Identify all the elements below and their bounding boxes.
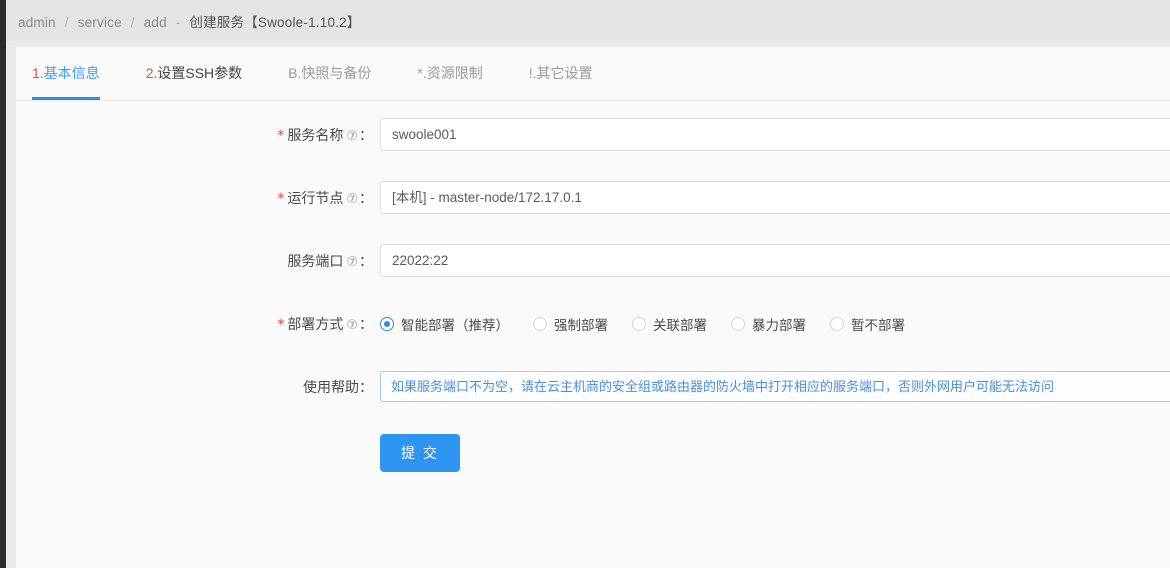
submit-button[interactable]: 提 交 <box>380 434 460 472</box>
label-usage-help: 使用帮助： <box>16 377 380 397</box>
help-icon[interactable]: ⑦ <box>346 128 358 144</box>
tab-label: 快照与备份 <box>301 65 372 81</box>
label-text: 运行节点 <box>287 189 344 206</box>
label-colon: ： <box>359 252 373 269</box>
form-row-service-name: * 服务名称 ⑦： <box>16 103 1170 166</box>
tab-number: B. <box>288 65 302 81</box>
radio-no-deploy[interactable]: 暂不部署 <box>830 314 905 334</box>
header-bar: admin / service / add - 创建服务【Swoole-1.10… <box>6 0 1170 41</box>
label-colon: ： <box>359 378 373 395</box>
tab-number: 1. <box>32 65 44 81</box>
label-text: 部署方式 <box>287 315 344 332</box>
form-row-deploy-mode: * 部署方式 ⑦： 智能部署（推荐） 强制部署 关联部署 暴力部署 暂不部署 <box>16 292 1170 355</box>
label-colon: ： <box>359 126 373 143</box>
form-row-usage-help: 使用帮助： 如果服务端口不为空，请在云主机商的安全组或路由器的防火墙中打开相应的… <box>16 355 1170 418</box>
tab-basic-info[interactable]: 1.基本信息 <box>32 57 100 100</box>
label-colon: ： <box>359 189 373 206</box>
app-window: admin / service / add - 创建服务【Swoole-1.10… <box>0 0 1170 568</box>
tab-other-settings[interactable]: !.其它设置 <box>529 57 593 100</box>
radio-dot-icon <box>533 316 547 331</box>
help-icon[interactable]: ⑦ <box>346 317 358 333</box>
label-service-name: * 服务名称 ⑦： <box>16 125 380 145</box>
radio-label: 智能部署（推荐） <box>401 317 509 333</box>
control-service-port <box>380 244 1170 277</box>
label-deploy-mode: * 部署方式 ⑦： <box>16 314 380 334</box>
content-card: 1.基本信息 2.设置SSH参数 B.快照与备份 *.资源限制 !.其它设置 *… <box>16 46 1170 568</box>
tab-label: 设置SSH参数 <box>157 65 243 81</box>
service-port-input[interactable] <box>380 244 1170 277</box>
tab-label: 基本信息 <box>43 65 100 81</box>
label-service-port: 服务端口 ⑦： <box>16 251 380 271</box>
usage-help-text: 如果服务端口不为空，请在云主机商的安全组或路由器的防火墙中打开相应的服务端口，否… <box>380 371 1170 402</box>
form-row-submit: 提 交 <box>16 418 1170 488</box>
radio-smart-deploy[interactable]: 智能部署（推荐） <box>380 314 509 334</box>
run-node-input[interactable] <box>380 181 1170 214</box>
label-text: 服务端口 <box>287 252 344 269</box>
form-row-run-node: * 运行节点 ⑦： <box>16 166 1170 229</box>
radio-violent-deploy[interactable]: 暴力部署 <box>731 314 806 334</box>
tab-label: 其它设置 <box>536 65 593 81</box>
tab-active-indicator <box>32 97 100 100</box>
breadcrumb-item-add[interactable]: add <box>144 15 167 30</box>
breadcrumb-item-admin[interactable]: admin <box>18 15 56 30</box>
service-name-input[interactable] <box>380 118 1170 151</box>
page-title: 创建服务【Swoole-1.10.2】 <box>189 14 361 30</box>
label-colon: ： <box>359 315 373 332</box>
tab-ssh-params[interactable]: 2.设置SSH参数 <box>146 57 242 100</box>
control-service-name <box>380 118 1170 151</box>
control-submit: 提 交 <box>380 434 1170 472</box>
breadcrumb-separator: / <box>64 14 69 30</box>
radio-dot-icon <box>731 316 745 331</box>
tab-number: *. <box>417 65 427 81</box>
label-text: 使用帮助 <box>303 378 359 395</box>
breadcrumb-item-service[interactable]: service <box>78 15 122 30</box>
deploy-mode-radio-group: 智能部署（推荐） 强制部署 关联部署 暴力部署 暂不部署 <box>380 307 1170 340</box>
radio-dot-icon <box>380 316 394 331</box>
help-icon[interactable]: ⑦ <box>346 254 358 270</box>
breadcrumb-separator: / <box>130 14 135 30</box>
radio-related-deploy[interactable]: 关联部署 <box>632 314 707 334</box>
tab-bar: 1.基本信息 2.设置SSH参数 B.快照与备份 *.资源限制 !.其它设置 <box>16 57 1170 101</box>
label-text: 服务名称 <box>287 126 344 143</box>
control-deploy-mode: 智能部署（推荐） 强制部署 关联部署 暴力部署 暂不部署 <box>380 307 1170 340</box>
control-run-node <box>380 181 1170 214</box>
tab-number: !. <box>528 65 537 81</box>
radio-label: 暴力部署 <box>752 317 806 333</box>
create-service-form: *服务名称⑦： *运行节点⑦： 服务端口⑦： <box>16 103 1170 488</box>
tab-label: 资源限制 <box>426 65 483 81</box>
radio-label: 强制部署 <box>554 317 608 333</box>
control-usage-help: 如果服务端口不为空，请在云主机商的安全组或路由器的防火墙中打开相应的服务端口，否… <box>380 371 1170 402</box>
radio-dot-icon <box>830 316 844 331</box>
required-mark: * <box>277 316 285 333</box>
breadcrumb: admin / service / add - 创建服务【Swoole-1.10… <box>6 11 361 31</box>
tab-resource-limit[interactable]: *.资源限制 <box>417 57 482 100</box>
label-run-node: * 运行节点 ⑦： <box>16 188 380 208</box>
required-mark: * <box>277 190 285 207</box>
tab-number: 2. <box>145 65 158 81</box>
radio-label: 关联部署 <box>653 317 707 333</box>
breadcrumb-dash: - <box>175 14 181 30</box>
form-row-service-port: 服务端口 ⑦： <box>16 229 1170 292</box>
required-mark: * <box>277 127 285 144</box>
radio-label: 暂不部署 <box>851 317 905 333</box>
help-icon[interactable]: ⑦ <box>346 191 358 207</box>
radio-force-deploy[interactable]: 强制部署 <box>533 314 608 334</box>
radio-dot-icon <box>632 316 646 331</box>
tab-snapshot-backup[interactable]: B.快照与备份 <box>288 57 371 100</box>
